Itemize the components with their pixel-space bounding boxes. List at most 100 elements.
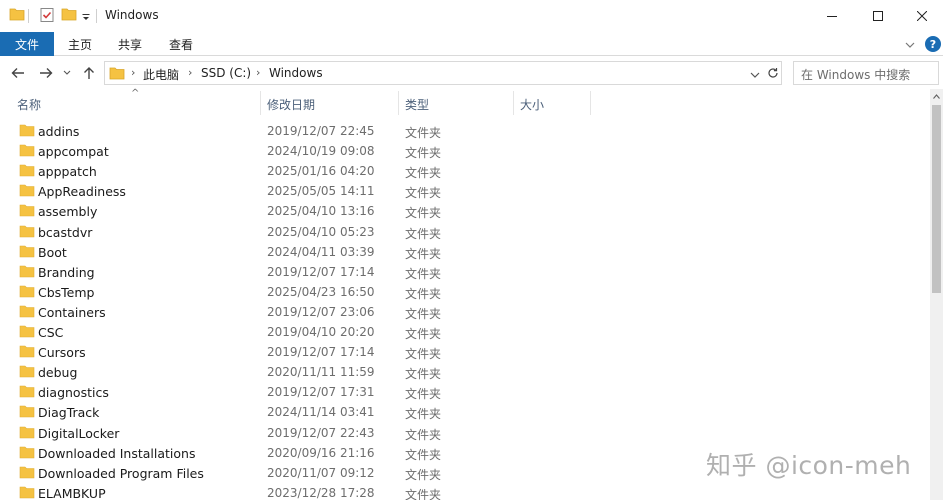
list-item[interactable]: bcastdvr 2025/04/10 05:23 文件夹 xyxy=(0,222,930,242)
folder-icon xyxy=(19,304,35,321)
item-modified-date: 2019/12/07 23:06 xyxy=(267,304,375,319)
close-button[interactable] xyxy=(899,0,943,32)
item-modified-date: 2019/12/07 22:43 xyxy=(267,425,375,440)
refresh-button[interactable] xyxy=(765,65,781,81)
chevron-right-icon[interactable]: › xyxy=(131,66,135,79)
item-type: 文件夹 xyxy=(405,186,442,201)
help-icon[interactable]: ? xyxy=(925,36,941,52)
maximize-icon xyxy=(873,11,883,21)
item-type: 文件夹 xyxy=(405,367,442,382)
watermark: 知乎 @icon-meh xyxy=(706,451,912,480)
search-input[interactable]: 在 Windows 中搜索 xyxy=(801,66,910,83)
list-item[interactable]: Cursors 2019/12/07 17:14 文件夹 xyxy=(0,342,930,362)
item-modified-date: 2019/12/07 17:31 xyxy=(267,385,375,400)
item-modified-date: 2020/11/11 11:59 xyxy=(267,365,375,380)
item-name: assembly xyxy=(38,204,98,220)
item-name: Boot xyxy=(38,244,67,260)
list-item[interactable]: diagnostics 2019/12/07 17:31 文件夹 xyxy=(0,382,930,402)
item-modified-date: 2019/12/07 22:45 xyxy=(267,124,375,138)
column-divider[interactable] xyxy=(260,91,261,115)
list-item[interactable]: Containers 2019/12/07 23:06 文件夹 xyxy=(0,302,930,322)
folder-icon[interactable] xyxy=(9,7,25,24)
item-type: 文件夹 xyxy=(405,327,442,341)
item-modified-date: 2024/04/11 03:39 xyxy=(267,244,375,259)
item-type: 文件夹 xyxy=(405,306,442,321)
breadcrumb-this-pc[interactable]: 此电脑 xyxy=(143,66,179,83)
column-header-date[interactable]: 修改日期 xyxy=(267,96,315,113)
item-name: debug xyxy=(38,365,78,381)
item-modified-date: 2025/04/23 16:50 xyxy=(267,284,375,299)
address-bar[interactable]: › 此电脑 › SSD (C:) › Windows xyxy=(104,61,782,85)
folder-icon xyxy=(19,445,35,462)
ribbon-tabs: 文件 主页 共享 查看 ? xyxy=(0,32,943,56)
expand-ribbon-icon[interactable] xyxy=(905,38,915,52)
list-item[interactable]: AppReadiness 2025/05/05 14:11 文件夹 xyxy=(0,181,930,201)
list-item[interactable]: apppatch 2025/01/16 04:20 文件夹 xyxy=(0,161,930,181)
list-item[interactable]: addins 2019/12/07 22:45 文件夹 xyxy=(0,121,930,141)
breadcrumb-drive[interactable]: SSD (C:) xyxy=(201,66,251,80)
column-divider[interactable] xyxy=(513,91,514,115)
close-icon xyxy=(917,11,927,21)
forward-button[interactable] xyxy=(37,64,55,82)
list-item[interactable]: CbsTemp 2025/04/23 16:50 文件夹 xyxy=(0,282,930,302)
scroll-thumb[interactable] xyxy=(932,105,941,293)
customize-quick-access-icon[interactable] xyxy=(82,11,90,25)
chevron-right-icon[interactable]: › xyxy=(256,66,260,79)
tab-file[interactable]: 文件 xyxy=(0,32,54,56)
divider xyxy=(96,9,97,23)
properties-icon[interactable] xyxy=(39,7,55,26)
item-name: bcastdvr xyxy=(38,224,93,240)
back-button[interactable] xyxy=(9,64,27,82)
new-folder-icon[interactable] xyxy=(61,7,77,24)
folder-icon xyxy=(19,465,35,482)
list-item[interactable]: Branding 2019/12/07 17:14 文件夹 xyxy=(0,262,930,282)
item-modified-date: 2020/11/07 09:12 xyxy=(267,465,375,480)
column-header-type[interactable]: 类型 xyxy=(405,96,429,113)
item-name: Cursors xyxy=(38,345,86,361)
breadcrumb-windows[interactable]: Windows xyxy=(269,66,323,80)
item-name: Downloaded Installations xyxy=(38,445,196,461)
item-modified-date: 2024/11/14 03:41 xyxy=(267,405,375,420)
folder-icon xyxy=(19,224,35,241)
item-modified-date: 2020/09/16 21:16 xyxy=(267,445,375,460)
tab-home[interactable]: 主页 xyxy=(68,36,92,53)
folder-icon xyxy=(109,66,125,83)
column-divider[interactable] xyxy=(398,91,399,115)
column-header-name[interactable]: 名称 xyxy=(17,96,41,113)
item-type: 文件夹 xyxy=(405,427,442,442)
search-box[interactable]: 在 Windows 中搜索 xyxy=(793,61,939,85)
list-item[interactable]: ELAMBKUP 2023/12/28 17:28 文件夹 xyxy=(0,483,930,500)
column-divider[interactable] xyxy=(590,91,591,115)
item-name: DigitalLocker xyxy=(38,425,120,441)
minimize-button[interactable] xyxy=(809,0,855,32)
list-item[interactable]: appcompat 2024/10/19 09:08 文件夹 xyxy=(0,141,930,161)
column-header-size[interactable]: 大小 xyxy=(520,96,544,113)
chevron-right-icon[interactable]: › xyxy=(188,66,192,79)
list-item[interactable]: Boot 2024/04/11 03:39 文件夹 xyxy=(0,242,930,262)
list-item[interactable]: DigitalLocker 2019/12/07 22:43 文件夹 xyxy=(0,423,930,443)
title-bar: Windows xyxy=(0,0,943,32)
item-type: 文件夹 xyxy=(405,286,442,301)
tab-share[interactable]: 共享 xyxy=(118,36,142,53)
item-type: 文件夹 xyxy=(405,407,442,422)
folder-icon xyxy=(19,404,35,421)
up-button[interactable] xyxy=(80,64,98,82)
vertical-scrollbar[interactable] xyxy=(930,89,943,500)
recent-locations-button[interactable] xyxy=(61,64,73,82)
item-type: 文件夹 xyxy=(405,447,442,462)
list-item[interactable]: debug 2020/11/11 11:59 文件夹 xyxy=(0,362,930,382)
chevron-up-icon xyxy=(933,93,940,99)
list-item[interactable]: assembly 2025/04/10 13:16 文件夹 xyxy=(0,201,930,221)
item-type: 文件夹 xyxy=(405,146,442,161)
address-history-dropdown[interactable] xyxy=(750,68,760,82)
scroll-up-button[interactable] xyxy=(930,89,943,103)
folder-icon xyxy=(19,364,35,381)
maximize-button[interactable] xyxy=(855,0,901,32)
item-name: apppatch xyxy=(38,164,97,180)
item-modified-date: 2025/05/05 14:11 xyxy=(267,184,375,199)
list-item[interactable]: DiagTrack 2024/11/14 03:41 文件夹 xyxy=(0,402,930,422)
tab-view[interactable]: 查看 xyxy=(169,36,193,53)
list-item[interactable]: CSC 2019/04/10 20:20 文件夹 xyxy=(0,322,930,342)
item-name: diagnostics xyxy=(38,385,109,401)
chevron-down-icon xyxy=(63,70,71,75)
